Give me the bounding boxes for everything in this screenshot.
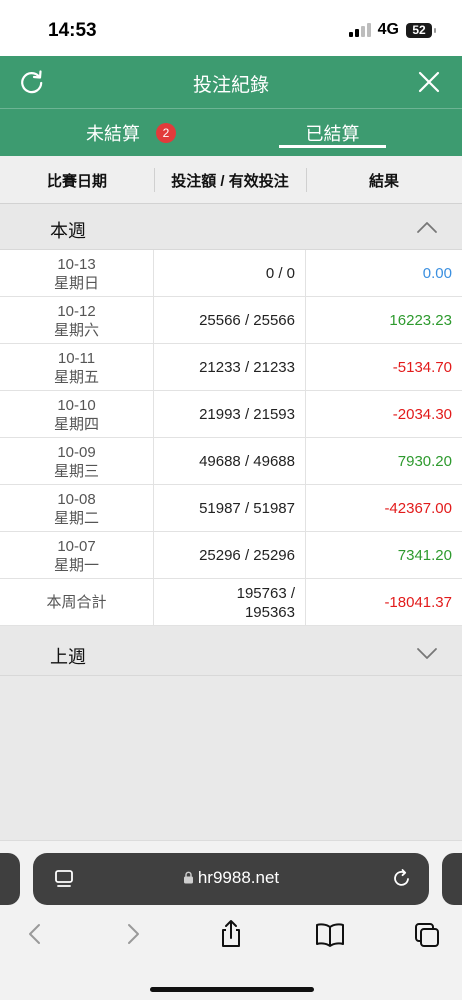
share-icon[interactable] — [217, 919, 245, 949]
back-icon[interactable] — [20, 919, 48, 949]
column-header-result: 結果 — [368, 172, 399, 190]
status-time: 14:53 — [48, 20, 97, 41]
network-type: 4G — [377, 21, 399, 38]
active-tab-indicator — [279, 145, 386, 148]
group-this-week-header[interactable]: 本週 — [0, 204, 462, 250]
url-text: hr9988.net — [197, 868, 280, 887]
result-value: 16223.23 — [389, 312, 452, 329]
next-tab-preview[interactable] — [442, 853, 462, 905]
forward-icon[interactable] — [120, 919, 148, 949]
weekday: 星期六 — [53, 321, 99, 339]
close-icon[interactable] — [416, 69, 442, 95]
tab-settled-label: 已結算 — [305, 124, 360, 144]
column-header-date: 比賽日期 — [46, 172, 107, 190]
bet-amount: 49688 / 49688 — [153, 438, 306, 485]
match-date: 10-12 — [57, 302, 96, 320]
lock-icon — [183, 871, 193, 884]
total-label: 本周合計 — [46, 594, 107, 611]
result-value: -2034.30 — [392, 406, 452, 423]
battery-level: 52 — [412, 23, 426, 37]
result-value: 7341.20 — [397, 547, 452, 564]
table-row: 10-10 星期四 21993 / 21593 -2034.30 — [0, 391, 462, 438]
browser-toolbar: hr9988.net — [0, 840, 462, 1000]
bet-amount: 25566 / 25566 — [153, 297, 306, 344]
bet-amount: 51987 / 51987 — [153, 485, 306, 532]
bet-amount: 0 / 0 — [153, 250, 306, 297]
result-value: 0.00 — [422, 265, 452, 282]
date-cell: 10-10 星期四 — [0, 391, 153, 438]
match-date: 10-13 — [57, 255, 96, 273]
table-row: 10-13 星期日 0 / 0 0.00 — [0, 250, 462, 297]
match-date: 10-10 — [57, 396, 96, 414]
table-row: 10-08 星期二 51987 / 51987 -42367.00 — [0, 485, 462, 532]
date-cell: 10-12 星期六 — [0, 297, 153, 344]
status-indicators: 4G 52 — [348, 21, 436, 39]
table-row: 10-07 星期一 25296 / 25296 7341.20 — [0, 532, 462, 579]
total-bet-line2: 195363 — [244, 603, 295, 621]
weekday: 星期五 — [53, 368, 99, 386]
match-date: 10-07 — [57, 537, 96, 555]
address-bar[interactable]: hr9988.net — [33, 853, 429, 905]
home-indicator — [150, 987, 314, 992]
bet-record-list: 10-13 星期日 0 / 0 0.00 10-12 星期六 25566 / 2… — [0, 250, 462, 626]
column-header-bet: 投注額 / 有效投注 — [171, 172, 289, 190]
group-last-week-header[interactable]: 上週 — [0, 630, 462, 676]
match-date: 10-08 — [57, 490, 96, 508]
total-bet-line1: 195763 / — [236, 584, 295, 602]
date-cell: 10-09 星期三 — [0, 438, 153, 485]
page-title: 投注紀錄 — [192, 75, 269, 96]
battery-icon: 52 — [406, 22, 436, 38]
url-display: hr9988.net — [33, 868, 429, 888]
date-cell: 10-08 星期二 — [0, 485, 153, 532]
total-result: -18041.37 — [384, 594, 452, 611]
table-row: 10-09 星期三 49688 / 49688 7930.20 — [0, 438, 462, 485]
weekday: 星期日 — [53, 274, 99, 292]
result-value: 7930.20 — [397, 453, 452, 470]
date-cell: 10-07 星期一 — [0, 532, 153, 579]
weekday: 星期四 — [53, 415, 99, 433]
match-date: 10-09 — [57, 443, 96, 461]
group-label: 本週 — [50, 221, 86, 241]
weekday: 星期一 — [53, 556, 99, 574]
bet-amount: 25296 / 25296 — [153, 532, 306, 579]
bet-amount: 21993 / 21593 — [153, 391, 306, 438]
tab-bar: 未結算 2 已結算 — [0, 108, 462, 156]
tab-unsettled[interactable]: 未結算 2 — [86, 109, 176, 157]
weekday: 星期二 — [53, 509, 99, 527]
table-row: 10-12 星期六 25566 / 25566 16223.23 — [0, 297, 462, 344]
total-bet-amount: 195763 / 195363 — [153, 579, 306, 626]
tabs-icon[interactable] — [413, 919, 441, 949]
bet-amount: 21233 / 21233 — [153, 344, 306, 391]
app-header: 投注紀錄 — [0, 56, 462, 108]
chevron-up-icon[interactable] — [416, 218, 438, 236]
date-cell: 10-11 星期五 — [0, 344, 153, 391]
result-value: -5134.70 — [392, 359, 452, 376]
table-header: 比賽日期 投注額 / 有效投注 結果 — [0, 156, 462, 204]
table-row: 10-11 星期五 21233 / 21233 -5134.70 — [0, 344, 462, 391]
tab-unsettled-label: 未結算 — [86, 124, 140, 144]
bookmarks-icon[interactable] — [314, 919, 346, 949]
previous-tab-preview[interactable] — [0, 853, 20, 905]
total-row: 本周合計 195763 / 195363 -18041.37 — [0, 579, 462, 626]
unsettled-count-badge: 2 — [156, 123, 176, 143]
result-value: -42367.00 — [384, 500, 452, 517]
reload-icon[interactable] — [391, 867, 413, 889]
group-label: 上週 — [50, 647, 86, 667]
chevron-down-icon[interactable] — [416, 644, 438, 662]
signal-icon — [348, 23, 371, 37]
tab-settled[interactable]: 已結算 — [279, 109, 386, 157]
status-bar: 14:53 4G 52 — [0, 0, 462, 56]
match-date: 10-11 — [57, 349, 96, 367]
date-cell: 10-13 星期日 — [0, 250, 153, 297]
weekday: 星期三 — [53, 462, 99, 480]
